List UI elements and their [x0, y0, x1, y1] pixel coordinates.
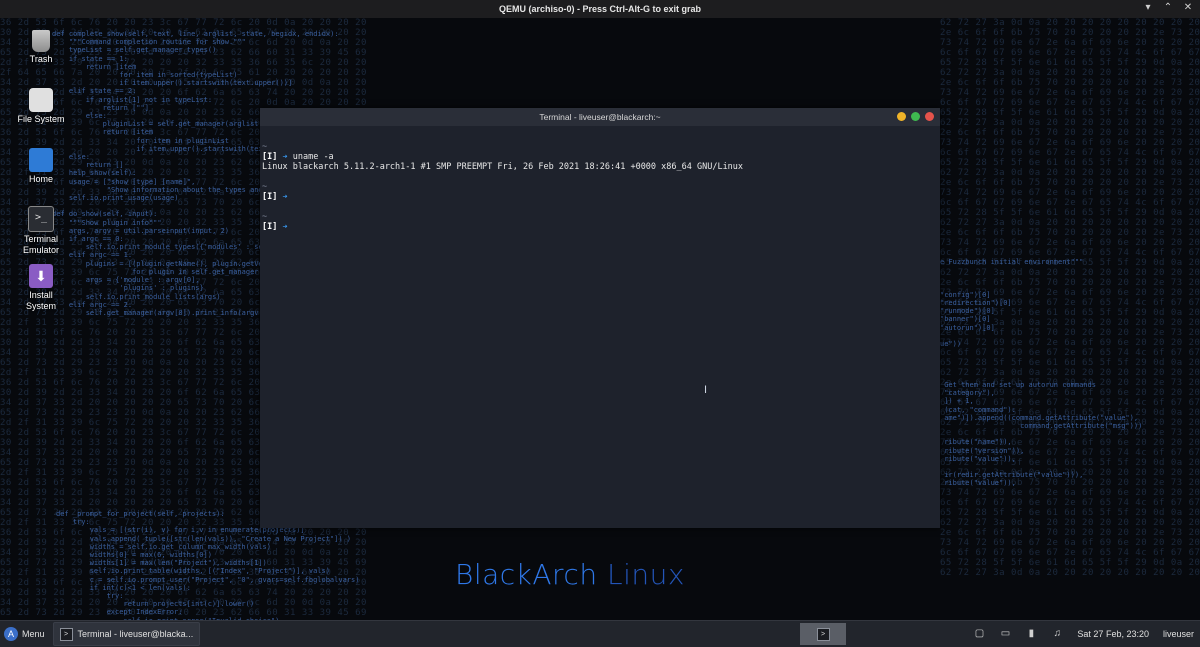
terminal-titlebar[interactable]: Terminal - liveuser@blackarch:~ — [260, 108, 940, 126]
cwd-line: ~ — [262, 182, 268, 192]
prompt-arrow-icon: ➔ — [282, 222, 288, 232]
desktop-icon-file-system[interactable]: File System — [14, 88, 68, 125]
cwd-line: ~ — [262, 212, 268, 222]
taskbar-terminal-label: Terminal - liveuser@blacka... — [77, 629, 194, 639]
taskbar: A Menu > Terminal - liveuser@blacka... >… — [0, 620, 1200, 647]
clipboard-icon[interactable]: ▭ — [999, 628, 1011, 640]
install-system-icon: ⬇ — [29, 264, 53, 288]
notifications-icon[interactable]: ♫ — [1051, 628, 1063, 640]
cwd-line: ~ — [262, 142, 268, 152]
terminal-window[interactable]: Terminal - liveuser@blackarch:~ ~ [I] ➔ u… — [260, 108, 940, 528]
prompt-arrow-icon: ➔ — [282, 152, 288, 162]
user-label[interactable]: liveuser — [1163, 629, 1194, 639]
display-icon[interactable]: ▢ — [973, 628, 985, 640]
prompt-indicator: [I] — [262, 222, 278, 232]
qemu-minimize-button[interactable]: ▾ — [1142, 2, 1154, 14]
wallpaper-code-right: e Fuzzbunch initial environment""" "conf… — [940, 258, 1143, 488]
command-text: uname -a — [292, 152, 334, 162]
menu-label: Menu — [22, 629, 45, 639]
terminal-window-controls — [897, 112, 934, 121]
clock[interactable]: Sat 27 Feb, 23:20 — [1077, 629, 1149, 639]
desktop-icon-home[interactable]: Home — [14, 148, 68, 185]
prompt-arrow-icon: ➔ — [282, 192, 288, 202]
qemu-titlebar: QEMU (archiso-0) - Press Ctrl-Alt-G to e… — [0, 0, 1200, 19]
workspace-switcher[interactable]: > — [800, 623, 846, 645]
maximize-button[interactable] — [911, 112, 920, 121]
system-tray: ▢ ▭ ▮ ♫ Sat 27 Feb, 23:20 liveuser — [973, 621, 1200, 647]
menu-button[interactable]: A Menu — [0, 621, 49, 647]
qemu-restore-button[interactable]: ⌃ — [1162, 2, 1174, 14]
qemu-close-button[interactable]: ✕ — [1182, 2, 1194, 14]
terminal-title: Terminal - liveuser@blackarch:~ — [539, 112, 661, 122]
close-button[interactable] — [925, 112, 934, 121]
brand-part1: BlackArch — [455, 558, 598, 591]
command-output: Linux blackarch 5.11.2-arch1-1 #1 SMP PR… — [262, 162, 744, 172]
blackarch-brand: BlackArch Linux — [455, 558, 685, 591]
terminal-emulator-icon: >_ — [28, 206, 54, 232]
desktop-icon-terminal-emulator[interactable]: >_ Terminal Emulator — [14, 206, 68, 256]
prompt-indicator: [I] — [262, 152, 278, 162]
desktop-icon-trash[interactable]: Trash — [14, 30, 68, 65]
qemu-title: QEMU (archiso-0) - Press Ctrl-Alt-G to e… — [498, 4, 702, 14]
battery-icon[interactable]: ▮ — [1025, 628, 1037, 640]
taskbar-terminal-button[interactable]: > Terminal - liveuser@blacka... — [52, 622, 201, 646]
terminal-icon: > — [59, 627, 73, 641]
blackarch-logo-icon: A — [4, 627, 18, 641]
mouse-cursor-icon: I — [704, 384, 708, 396]
terminal-output[interactable]: ~ [I] ➔ uname -a Linux blackarch 5.11.2-ar… — [260, 126, 940, 238]
desktop-icon-install-system[interactable]: ⬇ Install System — [14, 264, 68, 312]
minimize-button[interactable] — [897, 112, 906, 121]
brand-part2: Linux — [606, 558, 685, 591]
home-icon — [29, 148, 53, 172]
qemu-window-controls: ▾ ⌃ ✕ — [1142, 2, 1194, 14]
prompt-indicator: [I] — [262, 192, 278, 202]
trash-icon — [32, 30, 50, 52]
terminal-workspace-icon: > — [816, 627, 830, 641]
file-system-icon — [29, 88, 53, 112]
